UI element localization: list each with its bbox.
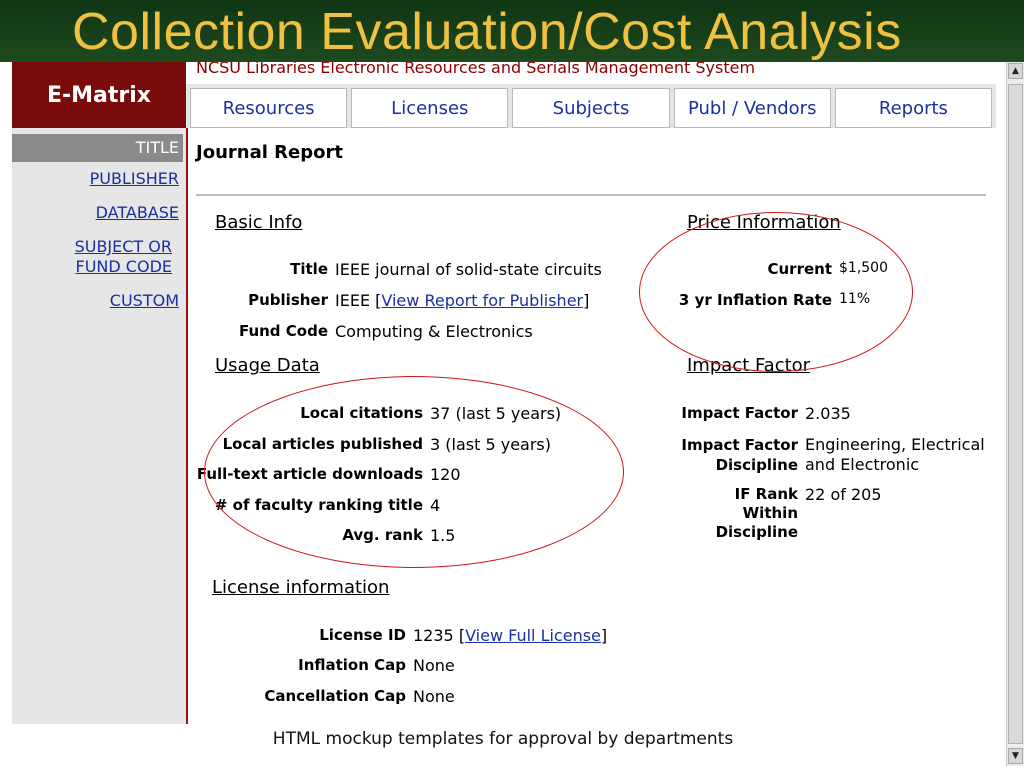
title-value: IEEE journal of solid-state circuits [335, 260, 602, 279]
discipline-row: Impact Factor Discipline Engineering, El… [628, 435, 985, 475]
license-id-label: License ID [319, 626, 406, 644]
sidebar-item-title[interactable]: TITLE [12, 134, 183, 162]
license-id-value: 1235 [413, 626, 454, 645]
discipline-label-line-1: Impact Factor [681, 436, 798, 454]
impact-factor-value: 2.035 [805, 404, 851, 423]
slide-caption: HTML mockup templates for approval by de… [272, 729, 734, 749]
view-full-license-link[interactable]: View Full License [465, 626, 601, 645]
scrollbar-thumb[interactable] [1008, 84, 1023, 744]
scroll-down-arrow-icon[interactable]: ▼ [1008, 748, 1023, 764]
if-rank-label-group: IF Rank Within Discipline [628, 485, 798, 542]
inflation-cap-value: None [413, 656, 455, 675]
license-id-row: License ID 1235 [View Full License] [188, 626, 607, 645]
sidebar-link-publisher[interactable]: PUBLISHER [12, 169, 186, 189]
fund-code-value: Computing & Electronics [335, 322, 533, 341]
license-info-heading: License information [212, 577, 390, 598]
report-title: Journal Report [196, 142, 343, 163]
cancellation-cap-row: Cancellation Cap None [188, 687, 455, 706]
discipline-label-group: Impact Factor Discipline [628, 435, 798, 475]
discipline-value-line-1: Engineering, Electrical [805, 435, 985, 454]
discipline-label-line-2: Discipline [715, 456, 798, 474]
sidebar-link-custom[interactable]: CUSTOM [12, 291, 186, 311]
scroll-up-arrow-icon[interactable]: ▲ [1008, 63, 1023, 79]
publisher-value-group: IEEE [View Report for Publisher] [328, 291, 589, 310]
license-id-value-group: 1235 [View Full License] [406, 626, 607, 645]
bracket-close: ] [600, 626, 608, 645]
tab-licenses[interactable]: Licenses [351, 88, 509, 128]
if-rank-label-line-2: Within [742, 504, 798, 522]
view-publisher-report-link[interactable]: View Report for Publisher [381, 291, 583, 310]
main-nav-tabs: Resources Licenses Subjects Publ / Vendo… [186, 88, 996, 128]
price-info-highlight-ellipse [639, 212, 913, 372]
fund-code-label: Fund Code [238, 322, 328, 340]
if-rank-row: IF Rank Within Discipline 22 of 205 [628, 485, 882, 542]
brand-logo: E-Matrix [12, 62, 186, 128]
inflation-cap-label: Inflation Cap [298, 656, 406, 674]
system-banner: NCSU Libraries Electronic Resources and … [186, 62, 996, 84]
title-divider [196, 194, 986, 196]
inflation-cap-row: Inflation Cap None [188, 656, 455, 675]
sidebar-link-subject-fund-code[interactable]: SUBJECT OR FUND CODE [49, 237, 179, 277]
discipline-value-group: Engineering, Electrical and Electronic [798, 435, 985, 475]
bracket-close: ] [583, 291, 590, 310]
sidebar-link-database[interactable]: DATABASE [12, 203, 186, 223]
report-content: Journal Report Basic Info Title IEEE jou… [188, 128, 996, 724]
basic-info-heading: Basic Info [215, 212, 303, 233]
if-rank-label-line-3: Discipline [715, 523, 798, 541]
tab-subjects[interactable]: Subjects [512, 88, 670, 128]
title-row: Title IEEE journal of solid-state circui… [188, 260, 602, 279]
cancellation-cap-label: Cancellation Cap [264, 687, 406, 705]
tab-resources[interactable]: Resources [190, 88, 348, 128]
fund-code-row: Fund Code Computing & Electronics [188, 322, 533, 341]
impact-factor-label: Impact Factor [681, 404, 798, 422]
publisher-row: Publisher IEEE [View Report for Publishe… [188, 291, 589, 310]
title-label: Title [290, 260, 328, 278]
impact-factor-row: Impact Factor 2.035 [628, 404, 851, 423]
discipline-value-line-2: and Electronic [805, 455, 920, 474]
if-rank-value: 22 of 205 [805, 485, 882, 504]
publisher-value: IEEE [335, 291, 371, 310]
tab-publ-vendors[interactable]: Publ / Vendors [673, 88, 831, 128]
usage-data-heading: Usage Data [215, 355, 320, 376]
tab-reports[interactable]: Reports [834, 88, 993, 128]
browser-page: E-Matrix NCSU Libraries Electronic Resou… [12, 62, 996, 724]
slide-title: Collection Evaluation/Cost Analysis [72, 3, 902, 61]
cancellation-cap-value: None [413, 687, 455, 706]
usage-data-highlight-ellipse [204, 376, 624, 568]
publisher-label: Publisher [248, 291, 328, 309]
report-sidebar: TITLE PUBLISHER DATABASE SUBJECT OR FUND… [12, 128, 186, 724]
if-rank-label-line-1: IF Rank [734, 485, 798, 503]
vertical-scrollbar[interactable]: ▲ ▼ [1006, 62, 1024, 766]
